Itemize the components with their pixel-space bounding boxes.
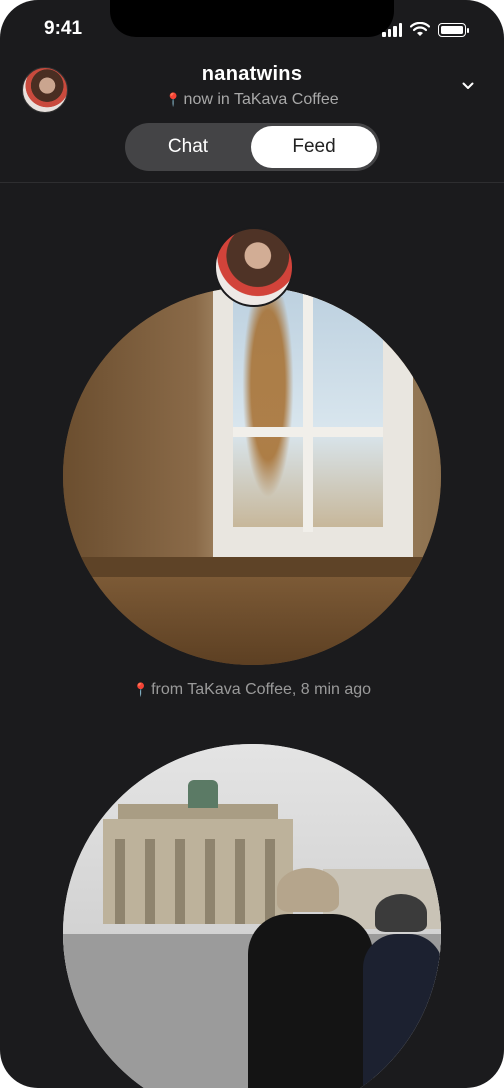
phone-screen: 9:41 nanatwins 📍 now in TaKava Coffee Cha… [0, 0, 504, 1088]
view-toggle: Chat Feed [125, 123, 380, 171]
location-text: now in TaKava Coffee [183, 91, 339, 108]
location-pin-icon: 📍 [132, 682, 150, 697]
username: nanatwins [201, 63, 303, 85]
post-photo-street[interactable] [63, 744, 441, 1088]
current-location: 📍 now in TaKava Coffee [0, 91, 504, 109]
post-photo-window[interactable] [63, 287, 441, 665]
battery-icon [438, 22, 469, 37]
post-author-avatar[interactable] [214, 227, 294, 307]
post-caption: 📍 from TaKava Coffee, 8 min ago [0, 681, 504, 699]
location-pin-icon: 📍 [165, 92, 182, 107]
tab-chat[interactable]: Chat [125, 123, 251, 171]
header-divider [0, 182, 504, 183]
wifi-icon [410, 22, 430, 36]
chevron-down-icon[interactable] [462, 80, 474, 92]
status-icons [382, 22, 469, 37]
cellular-signal-icon [382, 22, 402, 37]
post-caption-text: from TaKava Coffee, 8 min ago [151, 681, 372, 698]
device-notch [110, 0, 394, 37]
status-time: 9:41 [44, 18, 83, 39]
tab-feed[interactable]: Feed [251, 126, 377, 168]
